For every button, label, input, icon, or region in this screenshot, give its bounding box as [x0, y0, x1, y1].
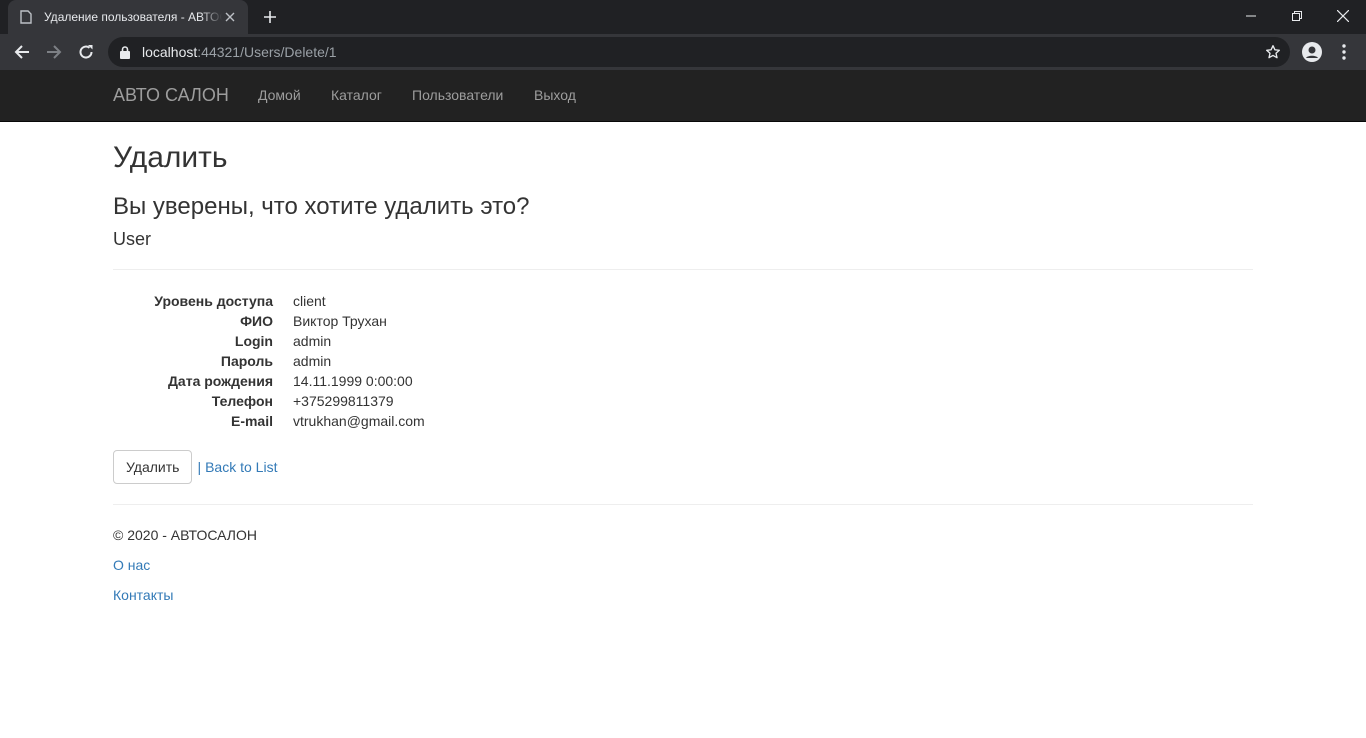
details-list: Уровень доступа client ФИО Виктор Трухан… [113, 291, 425, 431]
contacts-link[interactable]: Контакты [113, 587, 173, 603]
detail-row: ФИО Виктор Трухан [113, 311, 425, 331]
reload-icon[interactable] [72, 38, 100, 66]
entity-name: User [113, 229, 152, 249]
lock-icon [120, 45, 132, 59]
detail-value: 14.11.1999 0:00:00 [293, 373, 413, 389]
detail-label: Login [234, 333, 273, 349]
detail-value: admin [293, 353, 332, 369]
browser-tab[interactable]: Удаление пользователя - АВТОСАЛОН [8, 0, 248, 34]
copyright: © 2020 - АВТОСАЛОН [113, 527, 257, 543]
new-tab-icon[interactable] [258, 5, 282, 29]
browser-toolbar: localhost:44321/Users/Delete/1 [0, 34, 1366, 70]
address-bar[interactable]: localhost:44321/Users/Delete/1 [108, 37, 1290, 67]
tab-title: Удаление пользователя - АВТОСАЛОН [44, 10, 222, 24]
separator: | [197, 459, 202, 475]
back-arrow-icon[interactable] [8, 38, 36, 66]
close-icon[interactable] [222, 9, 238, 25]
delete-button[interactable]: Удалить [113, 450, 193, 484]
nav-home[interactable]: Домой [258, 87, 301, 103]
restore-icon[interactable] [1274, 0, 1320, 32]
detail-row: Login admin [113, 331, 425, 351]
detail-value: vtrukhan@gmail.com [293, 413, 425, 429]
detail-row: Пароль admin [113, 351, 425, 371]
url-host: localhost [142, 44, 198, 60]
url-path: :44321/Users/Delete/1 [197, 44, 337, 60]
browser-tabstrip: Удаление пользователя - АВТОСАЛОН [0, 0, 1366, 34]
detail-label: Телефон [211, 393, 273, 409]
forward-arrow-icon[interactable] [40, 38, 68, 66]
nav-catalog[interactable]: Каталог [331, 87, 382, 103]
nav-logout[interactable]: Выход [534, 87, 576, 103]
about-link[interactable]: О нас [113, 557, 150, 573]
detail-label: Уровень доступа [154, 293, 273, 309]
form-actions: Удалить | Back to List [113, 450, 277, 484]
profile-avatar-icon[interactable] [1298, 38, 1326, 66]
detail-value: +375299811379 [293, 393, 394, 409]
minimize-icon[interactable] [1228, 0, 1274, 32]
window-close-icon[interactable] [1320, 0, 1366, 32]
detail-row: Дата рождения 14.11.1999 0:00:00 [113, 371, 425, 391]
detail-value: client [293, 293, 326, 309]
page-icon [18, 9, 34, 25]
confirm-question: Вы уверены, что хотите удалить это? [113, 193, 530, 220]
detail-label: E-mail [230, 413, 273, 429]
detail-row: Уровень доступа client [113, 291, 425, 311]
detail-label: Пароль [220, 353, 273, 369]
site-navbar: АВТО САЛОН Домой Каталог Пользователи Вы… [0, 70, 1366, 122]
back-to-list-link[interactable]: Back to List [205, 459, 277, 475]
detail-label: Дата рождения [167, 373, 273, 389]
detail-label: ФИО [240, 313, 273, 329]
divider [113, 269, 1253, 270]
detail-value: Виктор Трухан [293, 313, 387, 329]
detail-row: Телефон +375299811379 [113, 391, 425, 411]
detail-row: E-mail vtrukhan@gmail.com [113, 411, 425, 431]
brand-link[interactable]: АВТО САЛОН [113, 85, 229, 106]
detail-value: admin [293, 333, 332, 349]
footer-divider [113, 504, 1253, 505]
page-title: Удалить [113, 141, 228, 174]
url-text: localhost:44321/Users/Delete/1 [142, 44, 337, 60]
bookmark-star-icon[interactable] [1264, 43, 1282, 61]
menu-dots-icon[interactable] [1330, 38, 1358, 66]
nav-users[interactable]: Пользователи [412, 87, 503, 103]
